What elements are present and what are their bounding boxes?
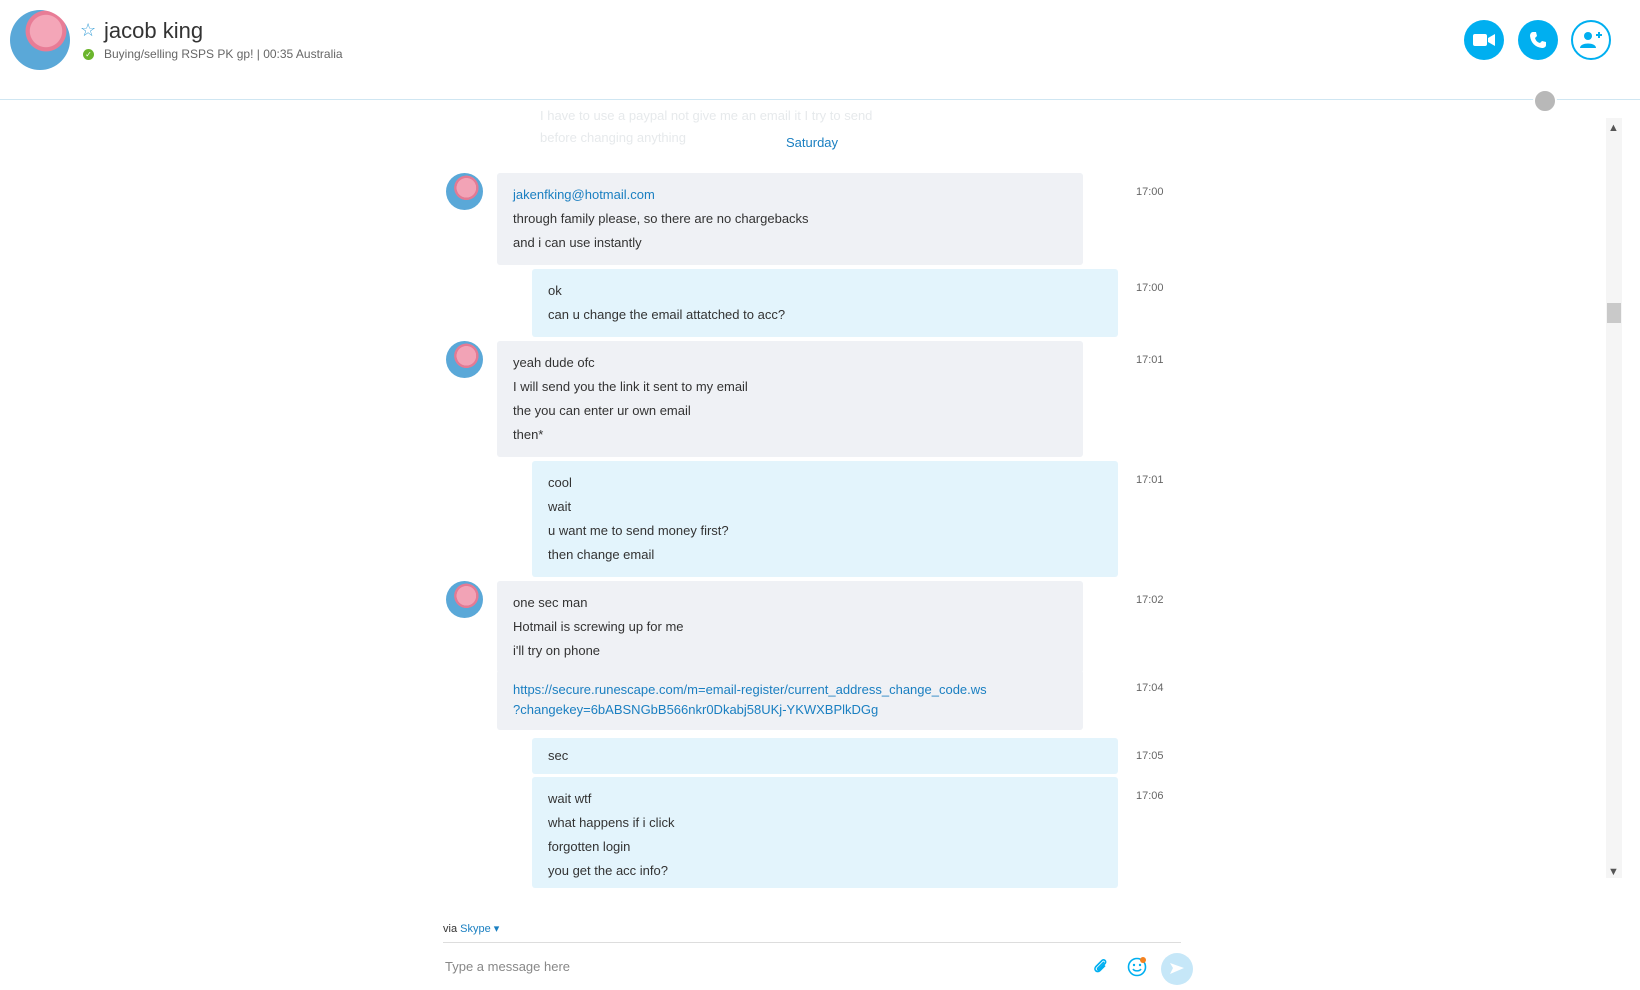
message-timestamp: 17:05 (1136, 750, 1164, 762)
message-line: then* (513, 427, 544, 442)
message-bubble-incoming[interactable]: one sec man Hotmail is screwing up for m… (497, 581, 1083, 673)
message-bubble-outgoing[interactable]: sec (532, 738, 1118, 774)
message-line: then change email (548, 547, 655, 562)
via-label: via (443, 923, 458, 935)
message-line: one sec man (513, 595, 588, 610)
message-timestamp: 17:00 (1136, 186, 1164, 198)
video-call-icon (1473, 34, 1495, 46)
message-line: u want me to send money first? (548, 523, 729, 538)
message-line: ok (548, 283, 562, 298)
message-line: yeah dude ofc (513, 355, 595, 370)
url-link[interactable]: ?changekey=6bABSNGbB566nkr0Dkabj58UKj-YK… (513, 700, 1067, 720)
scroll-down-arrow-icon[interactable]: ▼ (1608, 866, 1619, 878)
message-timestamp: 17:04 (1136, 682, 1164, 694)
send-button[interactable] (1161, 953, 1193, 985)
message-bubble-outgoing[interactable]: wait wtf what happens if i click forgott… (532, 777, 1118, 888)
message-bubble-incoming[interactable]: yeah dude ofc I will send you the link i… (497, 341, 1083, 457)
scrollbar-thumb[interactable] (1607, 303, 1621, 323)
contact-name[interactable]: jacob king (104, 18, 203, 44)
message-line: i'll try on phone (513, 643, 601, 658)
message-line: wait (548, 499, 572, 514)
contact-mood-and-time: Buying/selling RSPS PK gp! | 00:35 Austr… (104, 47, 343, 61)
message-line: forgotten login (548, 839, 631, 854)
message-bubble-incoming[interactable]: jakenfking@hotmail.com through family pl… (497, 173, 1083, 265)
video-call-button[interactable] (1464, 20, 1504, 60)
online-status-icon: ✓ (83, 49, 94, 60)
chevron-down-icon[interactable]: ▾ (494, 923, 500, 935)
message-history[interactable]: I have to use a paypal not give me an em… (0, 100, 1622, 888)
chat-scrollbar[interactable] (1606, 118, 1622, 878)
conversation-header: ☆ jacob king ✓ Buying/selling RSPS PK gp… (0, 0, 1640, 100)
service-name[interactable]: Skype (460, 923, 491, 935)
message-bubble-incoming[interactable]: https://secure.runescape.com/m=email-reg… (497, 670, 1083, 730)
faded-previous-message: I have to use a paypal not give me an em… (540, 108, 873, 123)
message-line: and i can use instantly (513, 235, 642, 250)
sender-avatar[interactable] (446, 341, 483, 378)
message-line: you get the acc info? (548, 863, 668, 878)
sender-avatar[interactable] (446, 173, 483, 210)
attach-icon[interactable] (1090, 956, 1112, 978)
message-timestamp: 17:01 (1136, 474, 1164, 486)
scroll-up-arrow-icon[interactable]: ▲ (1608, 122, 1619, 134)
phone-call-icon (1530, 32, 1546, 48)
add-contact-icon (1580, 32, 1602, 48)
message-line: the you can enter ur own email (513, 403, 691, 418)
message-line: can u change the email attatched to acc? (548, 307, 786, 322)
message-line: Hotmail is screwing up for me (513, 619, 684, 634)
emoji-icon[interactable] (1126, 956, 1148, 978)
url-link[interactable]: https://secure.runescape.com/m=email-reg… (513, 680, 1067, 700)
message-line: I will send you the link it sent to my e… (513, 379, 748, 394)
message-line: cool (548, 475, 572, 490)
sender-avatar[interactable] (446, 581, 483, 618)
message-bubble-outgoing[interactable]: ok can u change the email attatched to a… (532, 269, 1118, 337)
composer-divider (443, 942, 1181, 943)
audio-call-button[interactable] (1518, 20, 1558, 60)
contact-avatar[interactable] (10, 10, 70, 70)
message-line: what happens if i click (548, 815, 675, 830)
add-participant-button[interactable] (1571, 20, 1611, 60)
message-line: through family please, so there are no c… (513, 211, 809, 226)
star-icon[interactable]: ☆ (80, 20, 96, 40)
message-timestamp: 17:00 (1136, 282, 1164, 294)
message-timestamp: 17:06 (1136, 790, 1164, 802)
message-bubble-outgoing[interactable]: cool wait u want me to send money first?… (532, 461, 1118, 577)
message-line: wait wtf (548, 791, 592, 806)
message-line: sec (548, 748, 569, 763)
send-icon (1170, 963, 1184, 974)
message-input[interactable] (443, 958, 1007, 975)
message-timestamp: 17:02 (1136, 594, 1164, 606)
service-selector[interactable]: via Skype ▾ (443, 922, 499, 935)
message-timestamp: 17:01 (1136, 354, 1164, 366)
faded-previous-message: before changing anything (540, 130, 687, 145)
email-link[interactable]: jakenfking@hotmail.com (513, 183, 1067, 207)
date-separator: Saturday (786, 135, 839, 150)
